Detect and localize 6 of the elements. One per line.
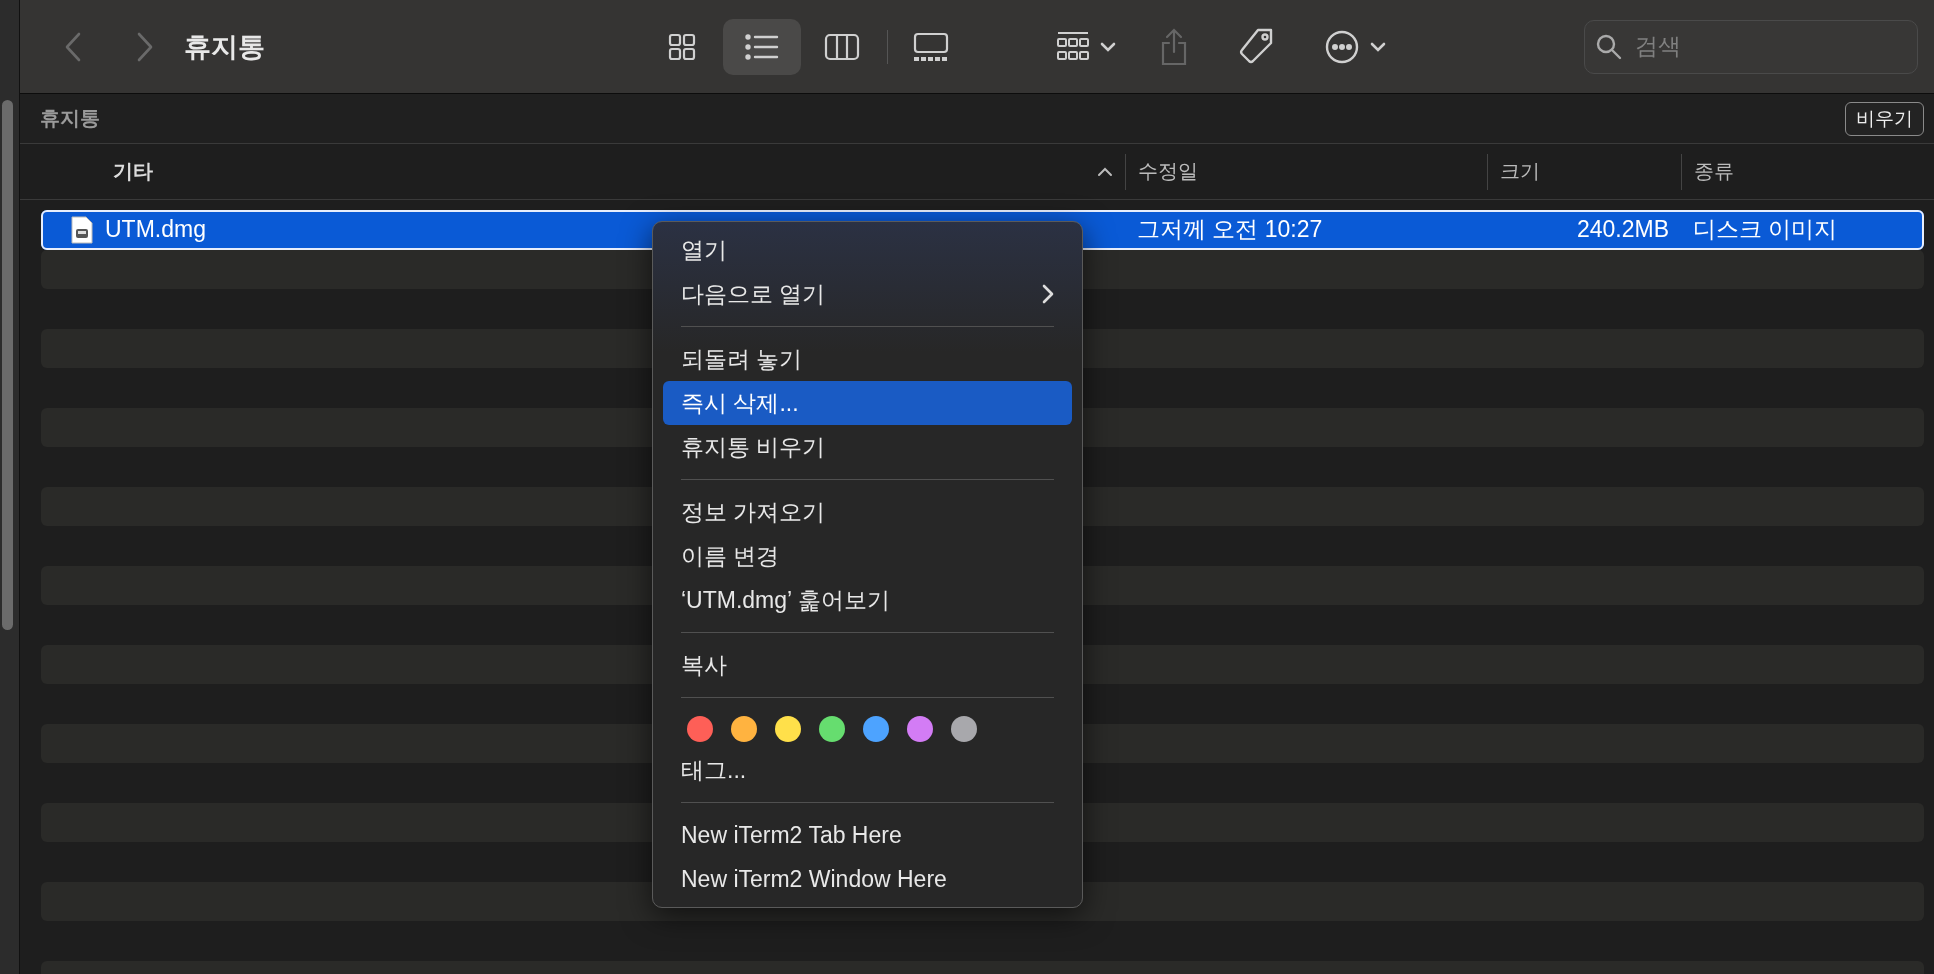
file-name: UTM.dmg	[105, 216, 206, 244]
modified-date: 그저께 오전 10:27	[1136, 215, 1324, 245]
file-size: 240.2MB	[1575, 216, 1670, 244]
file-kind: 디스크 이미지	[1692, 215, 1839, 245]
location-title: 휴지통	[40, 106, 100, 131]
window-title: 휴지통	[184, 30, 265, 64]
